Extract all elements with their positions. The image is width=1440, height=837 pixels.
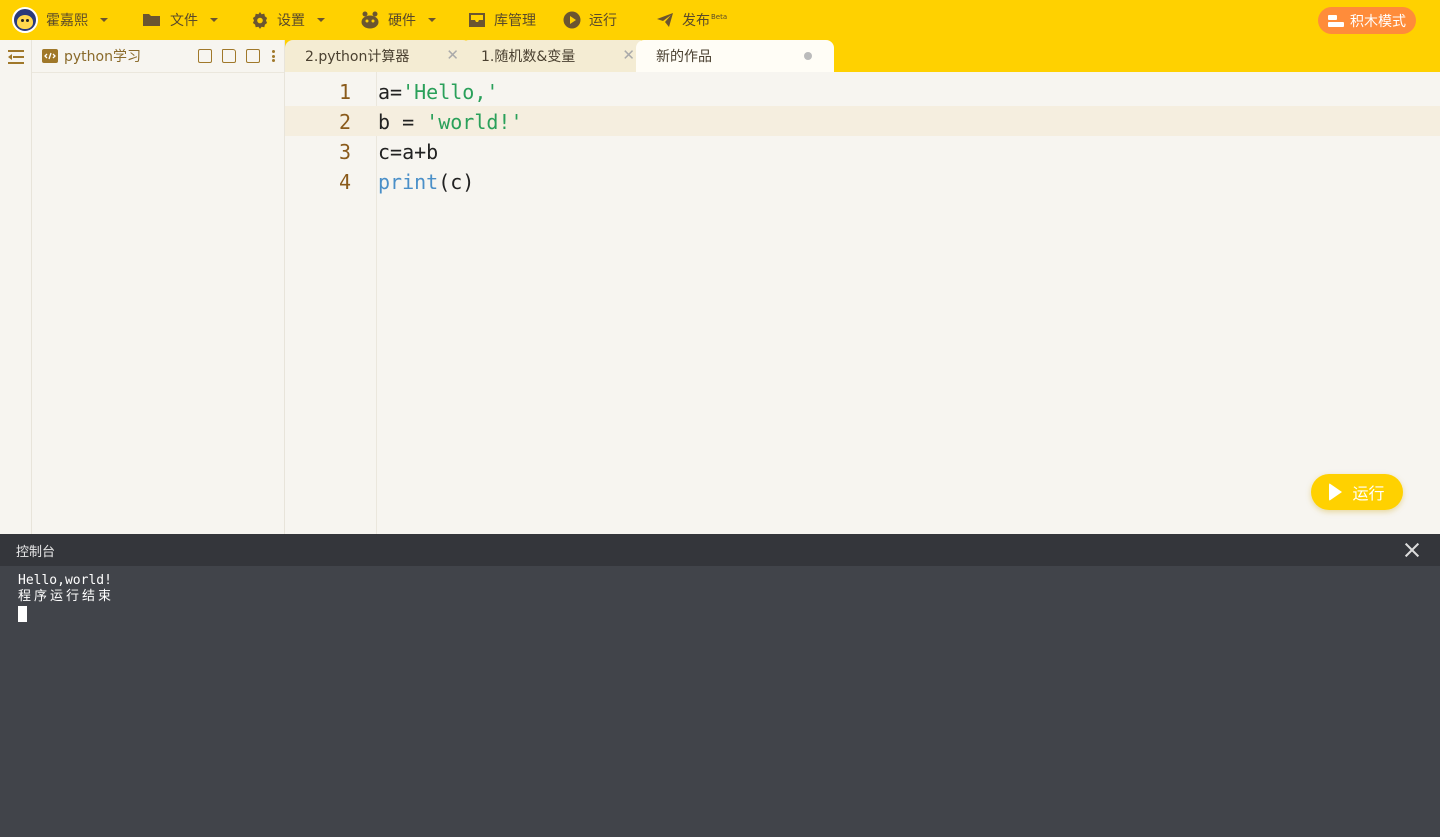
close-tab-icon[interactable]: ✕: [622, 48, 635, 63]
user-menu[interactable]: 霍嘉熙: [12, 0, 108, 40]
blocks-icon: [1328, 14, 1344, 27]
line-number: 4: [338, 170, 351, 194]
import-file-icon[interactable]: [246, 49, 260, 63]
chevron-down-icon: [100, 18, 108, 22]
string-token: 'world!': [426, 110, 523, 134]
code-text: b = 'world!': [378, 110, 523, 134]
play-icon: [1329, 483, 1343, 501]
publish-menu[interactable]: 发布Beta: [656, 0, 727, 40]
console-line: Hello,world!: [18, 573, 112, 588]
user-name: 霍嘉熙: [46, 13, 88, 29]
chevron-down-icon: [317, 18, 325, 22]
line-number: 3: [338, 140, 351, 164]
avatar: [12, 7, 38, 33]
run-button-label: 运行: [1352, 484, 1385, 503]
run-button[interactable]: 运行: [1311, 474, 1403, 510]
editor-tab-bar: 2.python计算器 ✕ 1.随机数&变量 ✕ 新的作品: [285, 40, 1440, 72]
code-token: b =: [378, 110, 427, 134]
tab-label: 2.python计算器: [305, 49, 410, 65]
code-token: (c): [438, 170, 475, 194]
file-tree-panel: python学习: [32, 40, 285, 534]
project-header[interactable]: python学习: [32, 40, 284, 73]
hardware-menu[interactable]: 硬件: [360, 0, 436, 40]
code-text: print(c): [378, 170, 474, 194]
keyword-token: print: [378, 170, 439, 194]
code-line[interactable]: 4 print(c): [285, 166, 1440, 196]
unsaved-indicator-icon[interactable]: [804, 52, 812, 60]
top-menu-bar: 霍嘉熙 文件 设置 硬件 库管理 运行 发布Beta 积木模式: [0, 0, 1440, 40]
line-number: 1: [338, 80, 351, 104]
library-menu-label: 库管理: [494, 13, 536, 29]
close-tab-icon[interactable]: ✕: [446, 48, 459, 63]
tab-label: 新的作品: [656, 49, 712, 65]
chevron-down-icon: [428, 18, 436, 22]
console-panel: 控制台 Hello,world! 程序运行结束: [0, 534, 1440, 837]
tab-label: 1.随机数&变量: [481, 49, 576, 65]
sidebar-toggle-icon[interactable]: [8, 50, 24, 64]
line-number: 2: [338, 110, 351, 134]
hardware-menu-label: 硬件: [388, 13, 416, 29]
robot-icon: [361, 11, 379, 29]
inbox-icon: [469, 13, 485, 27]
console-line: 程序运行结束: [18, 589, 115, 604]
block-mode-label: 积木模式: [1350, 13, 1406, 30]
folder-icon: [143, 14, 160, 26]
beta-badge: Beta: [711, 13, 728, 22]
code-line[interactable]: 3 c=a+b: [285, 136, 1440, 166]
library-menu[interactable]: 库管理: [468, 0, 536, 40]
new-file-icon[interactable]: [198, 49, 212, 63]
publish-menu-label: 发布Beta: [682, 13, 728, 29]
play-circle-icon: [563, 11, 581, 29]
new-folder-icon[interactable]: [222, 49, 236, 63]
settings-menu[interactable]: 设置: [251, 0, 325, 40]
tab-python-calculator[interactable]: 2.python计算器 ✕: [285, 40, 471, 72]
console-output[interactable]: Hello,world! 程序运行结束: [0, 566, 1440, 629]
file-menu[interactable]: 文件: [142, 0, 218, 40]
settings-menu-label: 设置: [277, 13, 305, 29]
run-menu[interactable]: 运行: [563, 0, 617, 40]
code-line[interactable]: 1 a='Hello,': [285, 76, 1440, 106]
left-rail: [0, 40, 32, 534]
code-folder-icon: [42, 49, 58, 63]
close-icon[interactable]: [1404, 542, 1420, 558]
string-token: 'Hello,': [402, 80, 499, 104]
console-cursor: [18, 606, 27, 622]
paper-plane-icon: [657, 13, 673, 27]
console-header: 控制台: [0, 534, 1440, 566]
block-mode-button[interactable]: 积木模式: [1318, 7, 1416, 34]
code-text: a='Hello,': [378, 80, 498, 104]
more-options-icon[interactable]: [270, 49, 276, 63]
code-text: c=a+b: [378, 140, 438, 164]
code-token: a=: [378, 80, 403, 104]
code-token: c=a+b: [378, 140, 439, 164]
code-line[interactable]: 2 b = 'world!': [285, 106, 1440, 136]
file-menu-label: 文件: [170, 13, 198, 29]
chevron-down-icon: [210, 18, 218, 22]
tab-random-variables[interactable]: 1.随机数&变量 ✕: [461, 40, 647, 72]
tab-new-work[interactable]: 新的作品: [636, 40, 834, 72]
gear-icon: [252, 12, 268, 29]
run-menu-label: 运行: [589, 13, 617, 29]
project-name: python学习: [64, 49, 141, 65]
console-title: 控制台: [16, 544, 56, 560]
code-editor[interactable]: 1 a='Hello,' 2 b = 'world!' 3 c=a+b 4 print(c) …: [285, 72, 1440, 534]
